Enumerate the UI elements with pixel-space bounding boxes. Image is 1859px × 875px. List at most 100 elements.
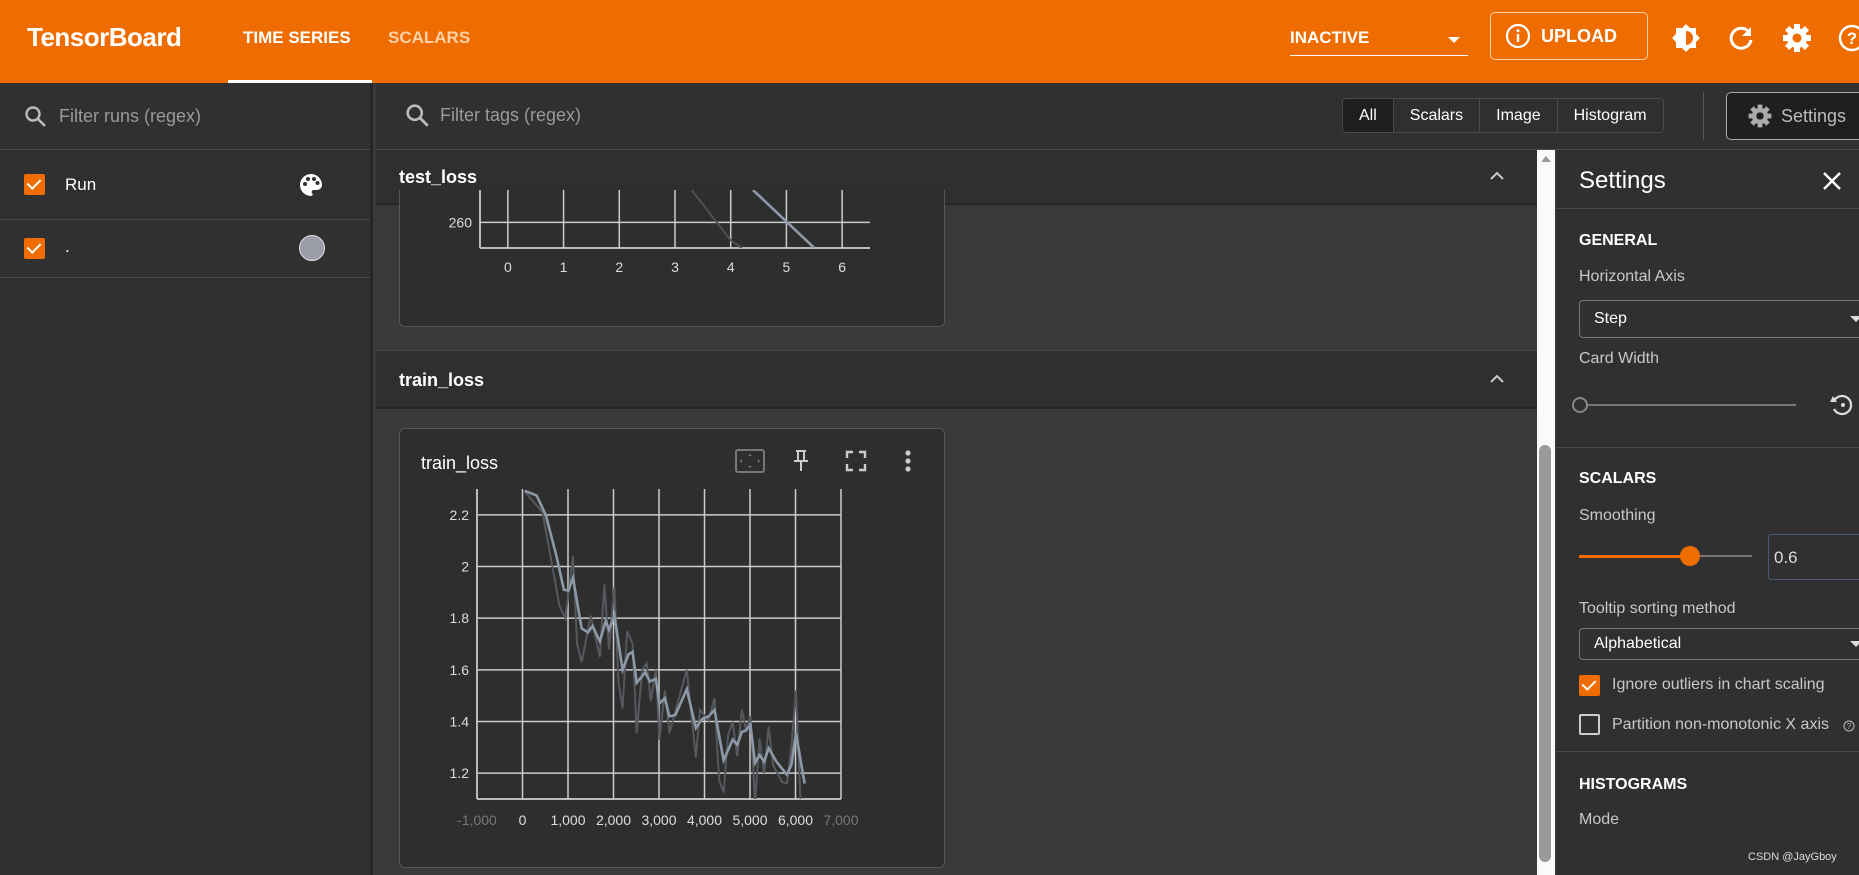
main-toolbar: Filter tags (regex) All Scalars Image Hi… bbox=[376, 83, 1859, 150]
x-tick-label: 4 bbox=[727, 259, 735, 275]
chevron-up-icon[interactable] bbox=[1488, 371, 1506, 385]
tooltip-sorting-select[interactable]: Alphabetical bbox=[1579, 628, 1859, 660]
chevron-down-icon bbox=[1448, 37, 1460, 43]
runs-filter[interactable]: Filter runs (regex) bbox=[0, 83, 370, 150]
smoothing-input[interactable]: 0.6 bbox=[1768, 534, 1859, 580]
settings-panel: Settings GENERAL Horizontal Axis Step Ca… bbox=[1556, 150, 1859, 875]
reload-status-dropdown[interactable]: INACTIVE bbox=[1290, 24, 1468, 56]
fullscreen-icon[interactable] bbox=[845, 450, 867, 472]
y-tick-label: 1.6 bbox=[450, 662, 470, 678]
refresh-icon[interactable] bbox=[1725, 22, 1757, 54]
divider bbox=[1556, 447, 1859, 448]
card-title: train_loss bbox=[421, 453, 499, 473]
partition-x-axis-checkbox[interactable] bbox=[1579, 714, 1600, 735]
chevron-down-icon bbox=[1850, 316, 1859, 322]
run-row[interactable]: Run bbox=[0, 150, 370, 220]
y-tick-label: 1.8 bbox=[450, 610, 470, 626]
type-scalars-button[interactable]: Scalars bbox=[1393, 99, 1481, 132]
smoothing-slider-fill bbox=[1579, 554, 1683, 558]
app-logo: TensorBoard bbox=[27, 22, 182, 52]
svg-text:?: ? bbox=[1847, 722, 1852, 731]
top-app-bar: TensorBoard TIME SERIES SCALARS INACTIVE… bbox=[0, 0, 1859, 83]
settings-toggle-button[interactable]: Settings bbox=[1726, 92, 1859, 140]
reset-icon[interactable] bbox=[1828, 393, 1854, 417]
gear-icon bbox=[1748, 104, 1772, 128]
x-tick-label: 7,000 bbox=[823, 812, 858, 828]
close-icon[interactable] bbox=[1822, 171, 1842, 191]
chart-card-test-loss: 0 1 2 3 4 5 6 260 bbox=[399, 190, 945, 327]
type-image-button[interactable]: Image bbox=[1480, 99, 1558, 132]
scroll-up-arrow[interactable] bbox=[1541, 156, 1551, 162]
brightness-icon[interactable] bbox=[1670, 22, 1702, 54]
section-title: test_loss bbox=[399, 167, 478, 187]
palette-icon[interactable] bbox=[298, 172, 324, 198]
x-tick-label: 5 bbox=[783, 259, 791, 275]
histograms-heading: HISTOGRAMS bbox=[1579, 776, 1688, 793]
chart-card-train-loss: train_loss -1,000 0 1,000 2,000 3,000 4,000 5,… bbox=[399, 428, 945, 868]
y-tick-label: 2.2 bbox=[450, 507, 470, 523]
general-heading: GENERAL bbox=[1579, 232, 1658, 249]
tags-filter-input[interactable]: Filter tags (regex) bbox=[440, 105, 581, 126]
help-icon[interactable]: ? bbox=[1843, 720, 1855, 732]
smoothing-slider-thumb[interactable] bbox=[1680, 546, 1700, 566]
scrollbar-thumb[interactable] bbox=[1539, 445, 1551, 862]
x-tick-label: 5,000 bbox=[732, 812, 767, 828]
ignore-outliers-checkbox[interactable] bbox=[1579, 675, 1600, 696]
y-tick-label: 1.2 bbox=[450, 765, 470, 781]
fit-domain-icon[interactable] bbox=[735, 449, 765, 473]
section-title: train_loss bbox=[399, 370, 485, 390]
search-icon bbox=[25, 106, 46, 127]
ignore-outliers-label: Ignore outliers in chart scaling bbox=[1612, 676, 1825, 693]
smoothing-slider-track[interactable] bbox=[1579, 554, 1752, 558]
card-width-label: Card Width bbox=[1579, 350, 1660, 367]
cards-area: test_loss 0 1 2 3 4 5 6 260 train_loss train_lo… bbox=[376, 150, 1537, 875]
pin-icon[interactable] bbox=[791, 449, 811, 473]
help-icon[interactable]: ? bbox=[1836, 22, 1859, 54]
type-all-button[interactable]: All bbox=[1343, 99, 1394, 132]
chevron-up-icon[interactable] bbox=[1488, 168, 1506, 182]
search-icon bbox=[406, 104, 429, 127]
tooltip-sorting-value: Alphabetical bbox=[1594, 635, 1682, 652]
x-tick-label: -1,000 bbox=[457, 812, 497, 828]
type-histogram-button[interactable]: Histogram bbox=[1557, 99, 1663, 132]
horizontal-axis-select[interactable]: Step bbox=[1579, 300, 1859, 338]
x-tick-label: 2 bbox=[615, 259, 623, 275]
section-header-train-loss[interactable]: train_loss bbox=[376, 350, 1537, 409]
horizontal-axis-label: Horizontal Axis bbox=[1579, 268, 1685, 285]
gear-icon[interactable] bbox=[1781, 22, 1813, 54]
card-width-slider-thumb[interactable] bbox=[1572, 397, 1588, 413]
run-checkbox[interactable] bbox=[24, 238, 45, 259]
upload-button[interactable]: UPLOAD bbox=[1490, 12, 1648, 60]
run-label: Run bbox=[65, 175, 97, 194]
main-scrollbar[interactable] bbox=[1537, 150, 1555, 875]
plugin-type-filter: All Scalars Image Histogram bbox=[1342, 98, 1664, 133]
svg-text:?: ? bbox=[1847, 29, 1857, 48]
tab-scalars[interactable]: SCALARS bbox=[388, 28, 470, 48]
raw-series-line bbox=[690, 190, 743, 248]
y-tick-label: 260 bbox=[449, 214, 473, 230]
toolbar-divider bbox=[1703, 92, 1704, 140]
train-loss-chart[interactable]: -1,000 0 1,000 2,000 3,000 4,000 5,000 6,000 7,0… bbox=[400, 479, 946, 839]
x-tick-label: 6,000 bbox=[778, 812, 813, 828]
run-row[interactable]: . bbox=[0, 220, 370, 278]
histogram-mode-label: Mode bbox=[1579, 811, 1620, 828]
y-tick-label: 2 bbox=[461, 559, 469, 575]
x-tick-label: 6 bbox=[838, 259, 846, 275]
divider bbox=[1556, 208, 1859, 209]
x-tick-label: 2,000 bbox=[596, 812, 631, 828]
x-tick-label: 4,000 bbox=[687, 812, 722, 828]
tab-time-series[interactable]: TIME SERIES bbox=[243, 28, 351, 48]
chevron-down-icon bbox=[1850, 641, 1859, 647]
x-tick-label: 3 bbox=[671, 259, 679, 275]
more-options-icon[interactable] bbox=[904, 449, 912, 473]
x-tick-label: 3,000 bbox=[641, 812, 676, 828]
test-loss-chart[interactable]: 0 1 2 3 4 5 6 260 bbox=[400, 190, 946, 327]
watermark: CSDN @JayGboy bbox=[1748, 851, 1837, 863]
run-checkbox[interactable] bbox=[24, 174, 45, 195]
run-color-swatch[interactable] bbox=[299, 235, 325, 261]
card-width-slider-track[interactable] bbox=[1586, 404, 1796, 406]
runs-filter-input[interactable]: Filter runs (regex) bbox=[59, 106, 201, 127]
info-icon bbox=[1505, 23, 1531, 49]
x-tick-label: 1,000 bbox=[550, 812, 585, 828]
smoothed-series-line bbox=[524, 489, 806, 784]
